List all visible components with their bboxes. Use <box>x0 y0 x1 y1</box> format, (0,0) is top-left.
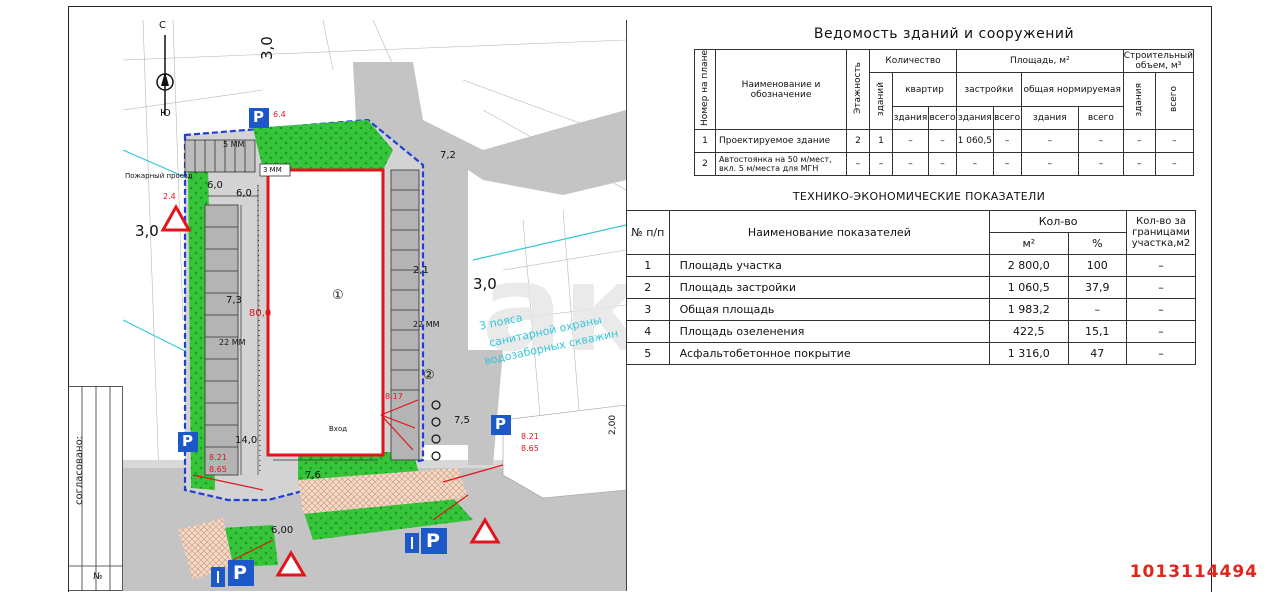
col-pct: % <box>1067 232 1128 255</box>
table-row: 2 Автостоянка на 50 м/мест, вкл. 5 м/мес… <box>694 152 1195 177</box>
north-label: С <box>159 20 166 31</box>
table-row: 5 Асфальтобетонное покрытие 1 316,0 47– <box>626 342 1196 365</box>
dim-80-0: 80,0 <box>249 308 272 319</box>
dim-8-21-b: 8.21 <box>521 432 539 441</box>
dim-8-17: 8.17 <box>385 392 403 401</box>
col-outside: Кол-во за границами участка,м2 <box>1126 210 1196 255</box>
indicators-table-title: ТЕХНИКО-ЭКОНОМИЧЕСКИЕ ПОКАЗАТЕЛИ <box>792 190 1046 203</box>
dim-6-00: 6,00 <box>271 525 294 536</box>
col-built-total: всего <box>992 106 1022 131</box>
col-volume-total: всего <box>1154 71 1195 131</box>
col-name: Наименование и обозначение <box>715 48 847 131</box>
col-area: Площадь, м² <box>955 49 1124 73</box>
col-qty-apartments: квартир <box>892 71 957 108</box>
col-indicator: Наименование показателей <box>668 210 991 255</box>
parking-sign-5: P <box>426 530 440 552</box>
dim-2-4: 2.4 <box>163 192 176 201</box>
dim-14-0: 14,0 <box>235 435 258 446</box>
label-5-mm: 5 ММ <box>223 140 245 149</box>
building-2-marker: ② <box>423 368 435 383</box>
col-number: Номер на плане <box>694 48 716 131</box>
dim-8-21-a: 8.21 <box>209 453 227 462</box>
buildings-table: Номер на плане Наименование и обозначени… <box>694 48 1195 177</box>
col-volume: Строительный объем, м³ <box>1122 49 1195 73</box>
table-row: 2 Площадь застройки 1 060,5 37,9– <box>626 276 1196 299</box>
col-area-built: застройки <box>955 71 1022 108</box>
dim-top: 3,0 <box>258 36 276 60</box>
label-fire-lane: Пожарный проезд <box>125 172 193 180</box>
col-qty: Количество <box>869 49 957 73</box>
south-label: Ю <box>160 108 171 119</box>
col-index: № п/п <box>626 210 670 255</box>
site-plan: ак С Ю 3,0 3,0 3,0 7,2 6,0 6,0 7,3 80,0 … <box>123 20 626 591</box>
dim-8-65-a: 8.65 <box>209 465 227 474</box>
parking-sign-4: P <box>233 562 247 584</box>
table-row: 1 Проектируемое здание 2 1 – – 1 060,5 –… <box>694 129 1195 154</box>
table-row: 1 Площадь участка 2 800,0 100– <box>626 254 1196 277</box>
label-3-mm: 3 ММ <box>263 166 282 174</box>
site-plan-drawing: ак <box>123 20 626 591</box>
table-row: 3 Общая площадь 1 983,2– – <box>626 298 1196 321</box>
building-1-marker: ① <box>332 288 344 303</box>
indicators-table: № п/п Наименование показателей Кол-во Ко… <box>626 210 1196 365</box>
dim-7-2: 7,2 <box>440 150 456 161</box>
dim-7-6: 7,6 <box>305 470 321 481</box>
col-m2: м² <box>989 232 1069 255</box>
stamp-number-label: № <box>93 572 103 582</box>
col-norm-building: здания <box>1020 106 1079 131</box>
dim-8-65-b: 8.65 <box>521 444 539 453</box>
dim-2-00: 2,00 <box>608 414 618 435</box>
table-row: 4 Площадь озеленения 422,5 15,1– <box>626 320 1196 343</box>
approval-label: согласовано: <box>74 435 85 505</box>
col-volume-building: здания <box>1122 71 1156 131</box>
label-entrance: Вход <box>329 425 348 433</box>
dim-2-1: 2,1 <box>413 265 429 276</box>
parking-sign-1: P <box>253 108 264 126</box>
label-22-mm-a: 22 ММ <box>219 338 246 347</box>
col-qty-buildings: зданий <box>869 71 893 131</box>
buildings-table-title: Ведомость зданий и сооружений <box>813 26 1075 42</box>
listing-id: 1013114494 <box>1129 562 1258 582</box>
dim-7-3: 7,3 <box>226 295 242 306</box>
dim-6-0-a: 6,0 <box>207 180 223 191</box>
dim-6-0-b: 6,0 <box>236 188 252 199</box>
parking-sign-2: P <box>182 432 193 450</box>
col-quantity: Кол-во <box>989 210 1128 233</box>
col-apt-building: здания <box>892 106 929 131</box>
dim-left: 3,0 <box>135 222 159 240</box>
col-floors: Этажность <box>846 48 870 131</box>
col-built-building: здания <box>955 106 994 131</box>
col-area-norm: общая нормируемая <box>1020 71 1124 108</box>
dim-right: 3,0 <box>473 275 497 293</box>
parking-sign-3: P <box>495 415 506 433</box>
col-norm-total: всего <box>1077 106 1124 131</box>
col-apt-total: всего <box>927 106 957 131</box>
dim-6-4: 6.4 <box>273 110 286 119</box>
dim-7-5: 7,5 <box>454 415 470 426</box>
label-22-mm-b: 22 ММ <box>413 320 440 329</box>
